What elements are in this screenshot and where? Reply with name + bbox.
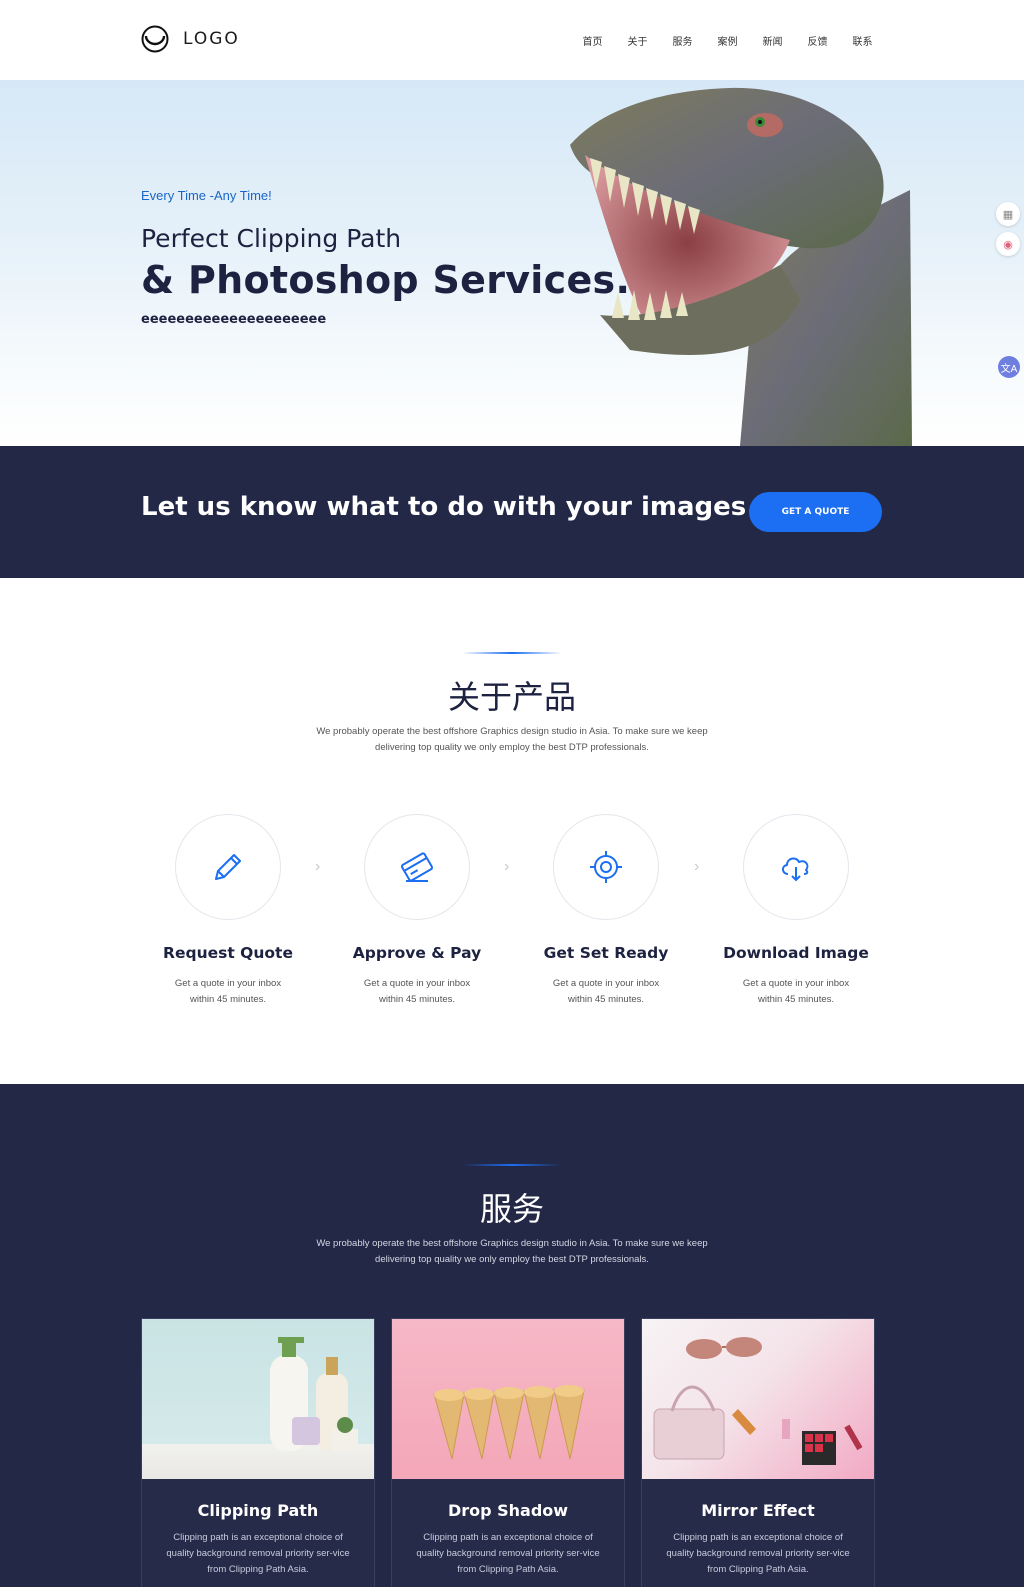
products-description: We probably operate the best offshore Gr… (316, 726, 708, 753)
service-card-mirror-effect[interactable]: Mirror Effect Clipping path is an except… (641, 1318, 875, 1587)
products-section: 关于产品 We probably operate the best offsho… (0, 578, 1024, 1084)
services-title: 服务 (479, 1190, 544, 1228)
step-title: Request Quote (163, 944, 293, 962)
step-description: Get a quote in your inbox within 45 minu… (174, 978, 282, 1005)
credit-card-icon (400, 852, 434, 882)
bottles-image (142, 1319, 374, 1479)
products-title: 关于产品 (447, 678, 576, 716)
step-icon-circle (364, 814, 470, 920)
card-title: Drop Shadow (447, 1501, 569, 1520)
ice-cream-cones-image (392, 1319, 624, 1479)
main-nav: 首页 关于 服务 案例 新闻 反馈 联系 (570, 33, 885, 48)
get-quote-button[interactable]: GET A QUOTE (749, 492, 882, 532)
cosmetics-image (642, 1319, 874, 1479)
section-divider (462, 1164, 562, 1166)
logo-icon (141, 25, 169, 53)
logo[interactable]: LOGO (141, 25, 240, 53)
step-icon-circle (175, 814, 281, 920)
card-description: Clipping path is an exceptional choice o… (666, 1532, 850, 1575)
step-get-set-ready[interactable]: Get Set Ready Get a quote in your inbox … (511, 814, 701, 1008)
services-section: 服务 We probably operate the best offshore… (0, 1084, 1024, 1587)
service-card-clipping-path[interactable]: Clipping Path Clipping path is an except… (141, 1318, 375, 1587)
hero-tagline: Every Time -Any Time! (141, 188, 272, 203)
card-description: Clipping path is an exceptional choice o… (416, 1532, 600, 1575)
target-icon (590, 851, 622, 883)
section-divider (462, 652, 562, 654)
step-title: Get Set Ready (543, 944, 669, 962)
chevron-right-icon: › (315, 858, 321, 875)
step-description: Get a quote in your inbox within 45 minu… (363, 978, 471, 1005)
step-approve-pay[interactable]: Approve & Pay Get a quote in your inbox … (322, 814, 512, 1008)
hero-subheading: Perfect Clipping Path (141, 224, 402, 253)
logo-text: LOGO (183, 29, 240, 49)
step-request-quote[interactable]: Request Quote Get a quote in your inbox … (133, 814, 323, 1008)
site-header: LOGO 首页 关于 服务 案例 新闻 反馈 联系 (0, 0, 1024, 80)
service-card-drop-shadow[interactable]: Drop Shadow Clipping path is an exceptio… (391, 1318, 625, 1587)
step-icon-circle (553, 814, 659, 920)
translate-icon[interactable]: ◉ (996, 232, 1020, 256)
step-title: Approve & Pay (352, 944, 482, 962)
step-title: Download Image (723, 944, 869, 962)
qr-code-icon[interactable]: ▦ (996, 202, 1020, 226)
card-description: Clipping path is an exceptional choice o… (166, 1532, 350, 1575)
cta-heading: Let us know what to do with your images (141, 492, 747, 522)
hero-caption: eeeeeeeeeeeeeeeeeeeee (141, 312, 327, 327)
nav-item-news[interactable]: 新闻 (750, 33, 795, 48)
pencil-icon (215, 854, 241, 880)
step-description: Get a quote in your inbox within 45 minu… (552, 978, 660, 1005)
step-icon-circle (743, 814, 849, 920)
services-description: We probably operate the best offshore Gr… (316, 1238, 708, 1265)
cta-band: Let us know what to do with your images … (0, 446, 1024, 578)
nav-item-services[interactable]: 服务 (660, 33, 705, 48)
step-description: Get a quote in your inbox within 45 minu… (742, 978, 850, 1005)
dinosaur-image (570, 87, 912, 446)
side-toolbar: ▦ ◉ (996, 202, 1020, 262)
nav-item-contact[interactable]: 联系 (840, 33, 885, 48)
nav-item-about[interactable]: 关于 (615, 33, 660, 48)
nav-item-cases[interactable]: 案例 (705, 33, 750, 48)
step-download-image[interactable]: Download Image Get a quote in your inbox… (701, 814, 891, 1008)
nav-item-home[interactable]: 首页 (570, 33, 615, 48)
hero-banner: Every Time -Any Time! Perfect Clipping P… (0, 80, 1024, 446)
translate-badge-icon[interactable]: 文A (998, 356, 1020, 378)
card-title: Mirror Effect (701, 1501, 815, 1520)
chevron-right-icon: › (694, 858, 700, 875)
nav-item-feedback[interactable]: 反馈 (795, 33, 840, 48)
card-title: Clipping Path (197, 1501, 319, 1520)
cloud-download-icon (782, 857, 809, 882)
chevron-right-icon: › (504, 858, 510, 875)
